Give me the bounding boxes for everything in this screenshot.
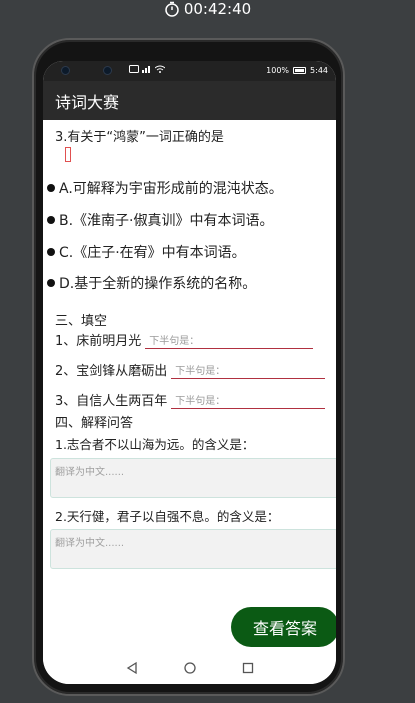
quiz-content[interactable]: 3.有关于“鸿蒙”一词正确的是 A.可解释为宇宙形成前的混沌状态。 B.《淮南子… (43, 120, 336, 652)
answer-checkbox[interactable] (65, 147, 71, 162)
option-label: A.可解释为宇宙形成前的混沌状态。 (59, 181, 283, 197)
radio-dot-icon (47, 248, 55, 256)
fill-input-1[interactable] (145, 335, 314, 349)
status-bar: 100% 5:44 (43, 61, 336, 81)
fill-prompt: 1、床前明月光 (55, 334, 142, 349)
timer-icon (165, 1, 179, 17)
fill-row-2: 2、宝剑锋从磨砺出 (55, 360, 326, 379)
signal-icon (142, 66, 150, 73)
back-icon[interactable] (125, 661, 139, 675)
fill-row-1: 1、床前明月光 (55, 330, 314, 349)
qa-prompt-2: 2.天行健，君子以自强不息。的含义是： (55, 509, 280, 524)
qa-section-heading: 四、解释问答 (55, 416, 134, 431)
qa-input-1[interactable] (50, 458, 336, 498)
front-camera-icon (61, 66, 70, 75)
option-c[interactable]: C.《庄子·在宥》中有本词语。 (47, 242, 246, 262)
view-answer-button[interactable]: 查看答案 (231, 607, 336, 647)
option-b[interactable]: B.《淮南子·俶真训》中有本词语。 (47, 210, 274, 230)
option-label: D.基于全新的操作系统的名称。 (59, 276, 257, 292)
wifi-icon (155, 65, 165, 73)
qa-input-2[interactable] (50, 529, 336, 569)
app-title: 诗词大赛 (55, 92, 120, 112)
navigation-bar (43, 652, 336, 684)
option-a[interactable]: A.可解释为宇宙形成前的混沌状态。 (47, 178, 283, 198)
fill-input-3[interactable] (171, 395, 326, 409)
phone-frame: 100% 5:44 诗词大赛 3.有关于“鸿蒙”一词正确的是 A.可解释为宇宙形… (32, 38, 345, 696)
status-left (129, 65, 165, 73)
fill-prompt: 2、宝剑锋从磨砺出 (55, 364, 168, 379)
radio-dot-icon (47, 279, 55, 287)
recording-time: 00:42:40 (183, 0, 252, 18)
fill-prompt: 3、自信人生两百年 (55, 394, 168, 409)
recording-indicator: 00:42:40 (0, 0, 415, 18)
fill-input-2[interactable] (171, 365, 326, 379)
status-right: 100% 5:44 (266, 66, 328, 75)
fill-row-3: 3、自信人生两百年 (55, 390, 326, 409)
option-label: C.《庄子·在宥》中有本词语。 (59, 245, 246, 261)
battery-icon (293, 67, 307, 74)
status-clock: 5:44 (310, 66, 328, 75)
home-icon[interactable] (183, 661, 197, 675)
radio-dot-icon (47, 184, 55, 192)
nfc-icon (129, 65, 139, 73)
option-label: B.《淮南子·俶真训》中有本词语。 (59, 213, 274, 229)
app-bar: 诗词大赛 (43, 81, 336, 120)
phone-screen: 100% 5:44 诗词大赛 3.有关于“鸿蒙”一词正确的是 A.可解释为宇宙形… (43, 61, 336, 684)
recents-icon[interactable] (241, 661, 255, 675)
battery-percent: 100% (266, 66, 290, 75)
front-camera-icon (103, 66, 112, 75)
qa-prompt-1: 1.志合者不以山海为远。的含义是： (55, 437, 255, 452)
fill-section-heading: 三、填空 (55, 314, 108, 329)
question-title: 3.有关于“鸿蒙”一词正确的是 (55, 130, 224, 145)
radio-dot-icon (47, 216, 55, 224)
option-d[interactable]: D.基于全新的操作系统的名称。 (47, 273, 256, 293)
